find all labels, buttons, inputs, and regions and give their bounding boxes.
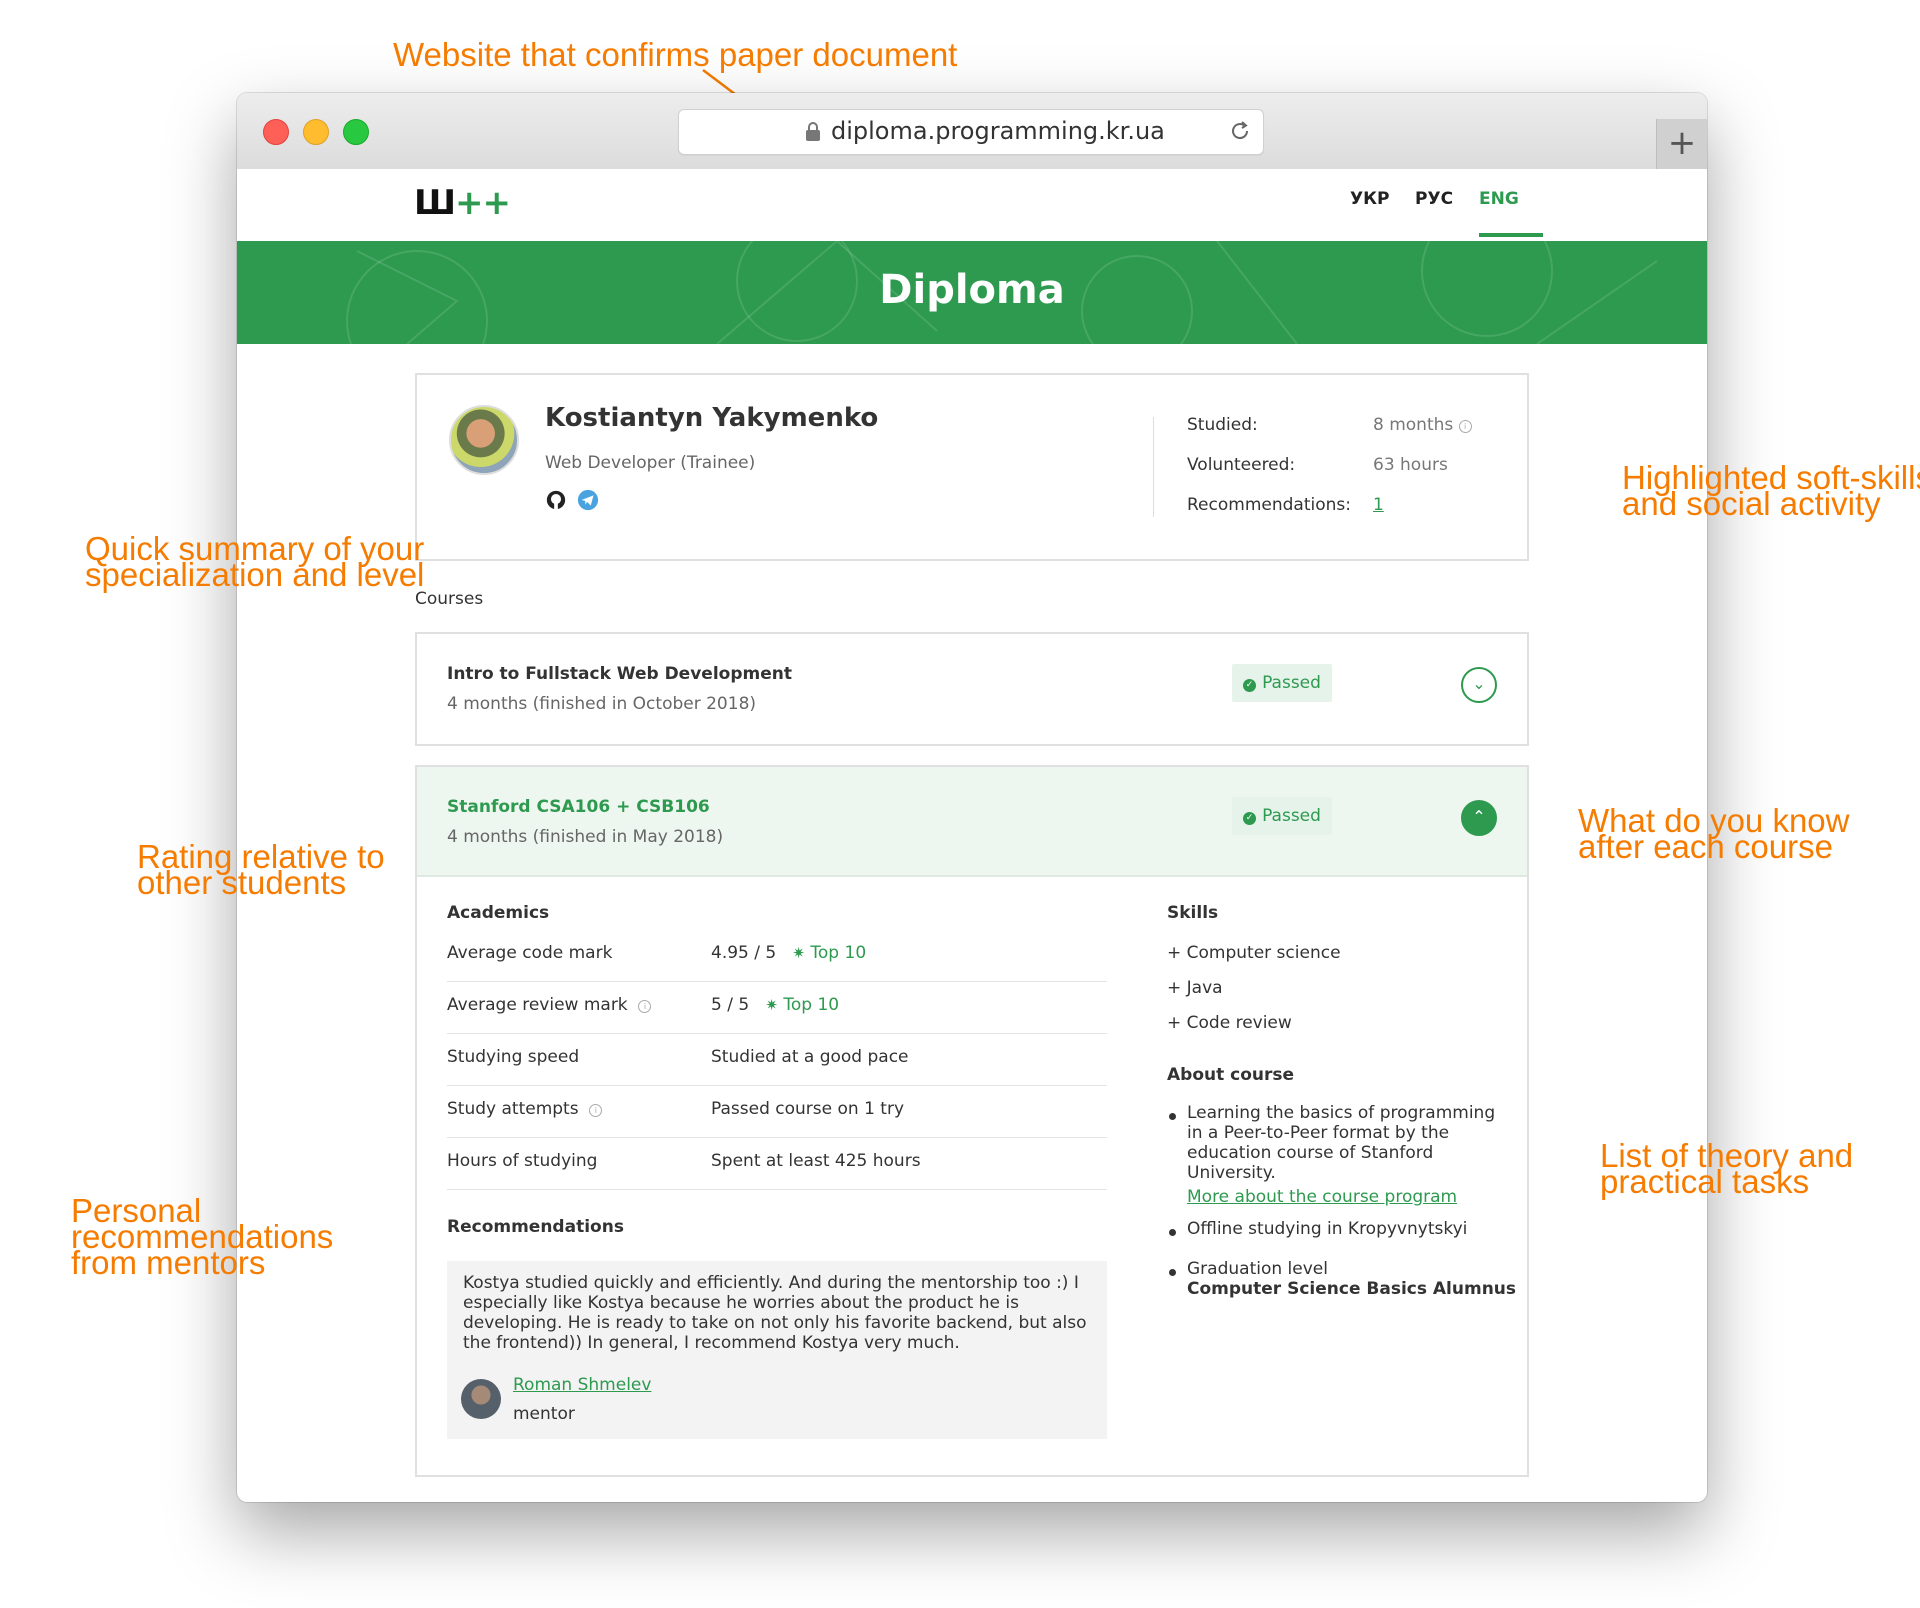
row-label: Studying speed bbox=[447, 1047, 580, 1067]
lang-ukr[interactable]: УКР bbox=[1350, 189, 1389, 209]
browser-titlebar: diploma.programming.kr.ua + bbox=[237, 93, 1707, 170]
minimize-window-button[interactable] bbox=[303, 119, 329, 145]
skills-title: Skills bbox=[1167, 903, 1219, 923]
row-value: 4.95 / 5 ✷ Top 10 bbox=[711, 943, 867, 963]
row-label: Average review mark i bbox=[447, 995, 652, 1015]
star-icon: ✷ bbox=[765, 996, 778, 1014]
info-icon[interactable]: i bbox=[1458, 420, 1472, 433]
annotation-softskills: Highlighted soft-skills and social activi… bbox=[1622, 459, 1920, 522]
profile-card: Kostiantyn Yakymenko Web Developer (Trai… bbox=[415, 373, 1529, 561]
status-badge: ✓ Passed bbox=[1232, 797, 1332, 835]
volunteered-label: Volunteered: bbox=[1187, 455, 1296, 475]
course-duration: 4 months (finished in October 2018) bbox=[447, 694, 757, 714]
check-icon: ✓ bbox=[1243, 679, 1257, 692]
row-divider bbox=[447, 1033, 1107, 1034]
course-program-link[interactable]: More about the course program bbox=[1187, 1187, 1495, 1207]
annotation-tasks: List of theory and practical tasks bbox=[1600, 1137, 1854, 1200]
maximize-window-button[interactable] bbox=[343, 119, 369, 145]
row-divider bbox=[447, 1137, 1107, 1138]
annotation-rating: Rating relative to other students bbox=[137, 838, 385, 901]
studied-label: Studied: bbox=[1187, 415, 1258, 435]
site-logo[interactable]: Ш++ bbox=[414, 183, 511, 223]
course-header[interactable] bbox=[417, 767, 1527, 877]
close-window-button[interactable] bbox=[263, 119, 289, 145]
about-item: Offline studying in Kropyvnytskyi bbox=[1187, 1219, 1468, 1239]
info-icon[interactable]: i bbox=[589, 1104, 603, 1117]
row-label: Study attempts i bbox=[447, 1099, 603, 1119]
row-label: Average code mark bbox=[447, 943, 613, 963]
annotation-recommendations: Personal recommendations from mentors bbox=[71, 1192, 334, 1281]
telegram-icon[interactable] bbox=[577, 489, 599, 511]
lock-icon bbox=[806, 122, 820, 141]
row-divider bbox=[447, 981, 1107, 982]
browser-window: diploma.programming.kr.ua + Ш++ УКР РУС … bbox=[237, 93, 1707, 1502]
profile-name: Kostiantyn Yakymenko bbox=[545, 403, 879, 433]
status-badge: ✓ Passed bbox=[1232, 664, 1332, 702]
skill-item: + Code review bbox=[1167, 1013, 1292, 1033]
url-text: diploma.programming.kr.ua bbox=[831, 117, 1165, 145]
recommendations-title: Recommendations bbox=[447, 1217, 624, 1237]
academics-title: Academics bbox=[447, 903, 550, 923]
course-card-expanded: Stanford CSA106 + CSB106 4 months (finis… bbox=[415, 765, 1529, 1477]
about-item: Learning the basics of programming in a … bbox=[1187, 1103, 1496, 1207]
mentor-name-link[interactable]: Roman Shmelev bbox=[513, 1375, 651, 1395]
about-item: Graduation level Computer Science Basics… bbox=[1187, 1259, 1517, 1299]
address-bar[interactable]: diploma.programming.kr.ua bbox=[678, 109, 1264, 155]
profile-divider bbox=[1153, 417, 1154, 517]
profile-role: Web Developer (Trainee) bbox=[545, 453, 756, 473]
bullet bbox=[1169, 1269, 1176, 1276]
recommendations-label: Recommendations: bbox=[1187, 495, 1351, 515]
page-title: Diploma bbox=[879, 267, 1065, 313]
row-divider bbox=[447, 1189, 1107, 1190]
collapse-chevron-icon[interactable]: ⌃ bbox=[1461, 800, 1497, 836]
recommendations-count-link[interactable]: 1 bbox=[1373, 495, 1384, 515]
row-value: Passed course on 1 try bbox=[711, 1099, 905, 1119]
mentor-role: mentor bbox=[513, 1404, 575, 1424]
about-course-title: About course bbox=[1167, 1065, 1295, 1085]
studied-value: 8 months i bbox=[1373, 415, 1472, 435]
course-card[interactable]: Intro to Fullstack Web Development 4 mon… bbox=[415, 632, 1529, 746]
row-value: Studied at a good pace bbox=[711, 1047, 909, 1067]
annotation-website: Website that confirms paper document bbox=[393, 36, 958, 73]
row-label: Hours of studying bbox=[447, 1151, 598, 1171]
course-title: Intro to Fullstack Web Development bbox=[447, 664, 792, 684]
row-value: 5 / 5 ✷ Top 10 bbox=[711, 995, 840, 1015]
bullet bbox=[1169, 1113, 1176, 1120]
avatar bbox=[449, 405, 519, 475]
courses-heading: Courses bbox=[415, 589, 484, 609]
bullet bbox=[1169, 1229, 1176, 1236]
new-tab-button[interactable]: + bbox=[1656, 119, 1707, 169]
lang-rus[interactable]: РУС bbox=[1415, 189, 1453, 209]
info-icon[interactable]: i bbox=[638, 1000, 652, 1013]
expand-chevron-icon[interactable]: ⌄ bbox=[1461, 667, 1497, 703]
star-icon: ✷ bbox=[792, 944, 805, 962]
mentor-avatar bbox=[461, 1379, 501, 1419]
row-divider bbox=[447, 1085, 1107, 1086]
lang-eng[interactable]: ENG bbox=[1479, 189, 1519, 209]
course-duration: 4 months (finished in May 2018) bbox=[447, 827, 724, 847]
reload-icon[interactable] bbox=[1227, 118, 1253, 144]
recommendation-text: Kostya studied quickly and efficiently. … bbox=[463, 1273, 1087, 1353]
recommendation-card: Kostya studied quickly and efficiently. … bbox=[447, 1261, 1107, 1439]
skill-item: + Computer science bbox=[1167, 943, 1341, 963]
annotation-summary: Quick summary of your specialization and … bbox=[85, 530, 425, 593]
volunteered-value: 63 hours bbox=[1373, 455, 1448, 475]
check-icon: ✓ bbox=[1243, 812, 1257, 825]
site-header: Ш++ УКР РУС ENG bbox=[237, 169, 1707, 241]
page-banner: Diploma bbox=[237, 241, 1707, 344]
skill-item: + Java bbox=[1167, 978, 1223, 998]
course-title: Stanford CSA106 + CSB106 bbox=[447, 797, 710, 817]
github-icon[interactable] bbox=[545, 489, 567, 511]
row-value: Spent at least 425 hours bbox=[711, 1151, 921, 1171]
active-lang-indicator bbox=[1479, 233, 1543, 237]
annotation-knowledge: What do you know after each course bbox=[1578, 802, 1850, 865]
